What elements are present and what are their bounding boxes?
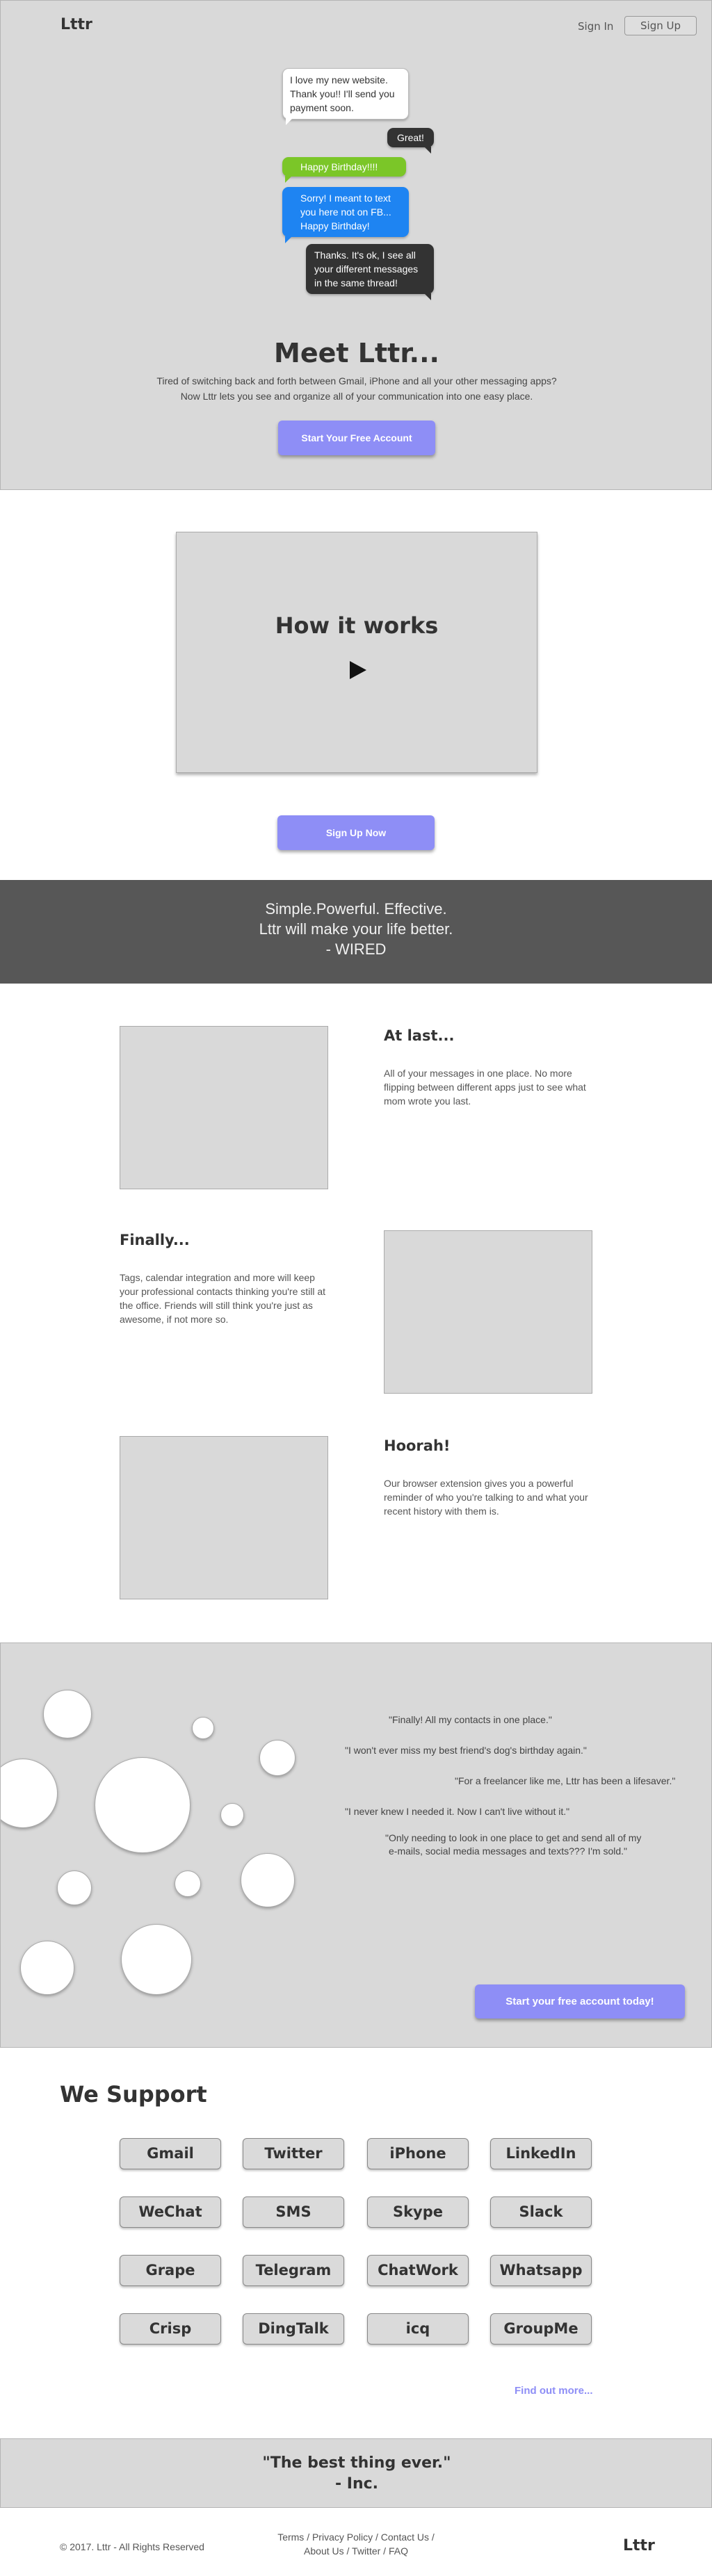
chat-bubble-incoming: I love my new website. Thank you!! I'll … xyxy=(282,68,409,125)
start-free-account-button[interactable]: Start Your Free Account xyxy=(278,421,435,455)
service-chip-chatwork[interactable]: ChatWork xyxy=(367,2255,469,2286)
footer-links-row[interactable]: Terms / Privacy Policy / Contact Us / xyxy=(264,2530,448,2544)
hero-subtitle-line: Now Lttr lets you see and organize all o… xyxy=(180,391,533,402)
avatar xyxy=(241,1853,295,1907)
avatar xyxy=(192,1717,214,1739)
feature-image xyxy=(384,1230,592,1394)
avatar xyxy=(43,1690,92,1738)
sign-up-now-button[interactable]: Sign Up Now xyxy=(277,815,435,850)
inc-quote-source: - Inc. xyxy=(334,2475,379,2493)
footer-logo[interactable]: Lttr xyxy=(623,2537,655,2554)
avatar xyxy=(57,1870,92,1905)
copyright: © 2017. Lttr - All Rights Reserved xyxy=(60,2541,204,2552)
service-chip-linkedin[interactable]: LinkedIn xyxy=(490,2138,592,2169)
video-player[interactable]: How it works xyxy=(176,532,537,773)
feature-title: Hoorah! xyxy=(384,1437,451,1454)
avatar xyxy=(121,1924,192,1995)
chat-bubble-outgoing: Thanks. It's ok, I see all your differen… xyxy=(306,244,434,300)
start-free-account-today-button[interactable]: Start your free account today! xyxy=(475,1984,685,2019)
service-chip-skype[interactable]: Skype xyxy=(367,2196,469,2228)
feature-text: Tags, calendar integration and more will… xyxy=(120,1272,326,1325)
feature-title: Finally... xyxy=(120,1232,190,1248)
service-chip-telegram[interactable]: Telegram xyxy=(243,2255,344,2286)
testimonial-quote: e-mails, social media messages and texts… xyxy=(389,1845,628,1857)
feature-image xyxy=(120,1026,328,1189)
press-quote-source: - WIRED xyxy=(325,940,387,958)
sign-up-button[interactable]: Sign Up xyxy=(624,16,697,35)
find-out-more-link[interactable]: Find out more... xyxy=(515,2385,593,2397)
testimonial-quote: "Only needing to look in one place to ge… xyxy=(385,1832,642,1843)
inc-quote-text: "The best thing ever." xyxy=(262,2454,451,2472)
sign-in-link[interactable]: Sign In xyxy=(578,20,613,33)
hero-section: Lttr Sign In Sign Up I love my new websi… xyxy=(0,0,712,490)
avatar xyxy=(20,1941,74,1995)
play-icon[interactable] xyxy=(350,661,366,679)
footer-links-row[interactable]: About Us / Twitter / FAQ xyxy=(264,2544,448,2558)
service-chip-whatsapp[interactable]: Whatsapp xyxy=(490,2255,592,2286)
press-quote-line: Simple.Powerful. Effective. xyxy=(265,900,447,918)
service-chip-crisp[interactable]: Crisp xyxy=(120,2313,221,2345)
chat-bubble-outgoing: Great! xyxy=(387,128,434,154)
chat-bubble-incoming: Happy Birthday!!!! xyxy=(282,157,406,183)
press-quote-section: Simple.Powerful. Effective. Lttr will ma… xyxy=(0,880,712,984)
logo[interactable]: Lttr xyxy=(60,16,92,33)
feature-image xyxy=(120,1436,328,1599)
hero-subtitle: Tired of switching back and forth betwee… xyxy=(1,373,712,404)
testimonials-section: "Finally! All my contacts in one place."… xyxy=(0,1642,712,2048)
feature-text: All of your messages in one place. No mo… xyxy=(384,1068,586,1107)
testimonial-quote: "I never knew I needed it. Now I can't l… xyxy=(345,1806,570,1817)
inc-quote-section: "The best thing ever." - Inc. xyxy=(0,2438,712,2508)
service-chip-grape[interactable]: Grape xyxy=(120,2255,221,2286)
hero-subtitle-line: Tired of switching back and forth betwee… xyxy=(156,375,557,386)
service-chip-slack[interactable]: Slack xyxy=(490,2196,592,2228)
avatar xyxy=(220,1803,244,1827)
feature-text: Our browser extension gives you a powerf… xyxy=(384,1478,588,1517)
testimonial-quote: "Finally! All my contacts in one place." xyxy=(389,1714,552,1725)
avatar xyxy=(1,1759,58,1828)
support-title: We Support xyxy=(60,2081,207,2108)
chat-bubble-incoming: Sorry! I meant to text you here not on F… xyxy=(282,187,409,243)
footer-links[interactable]: Terms / Privacy Policy / Contact Us / Ab… xyxy=(264,2530,448,2558)
press-quote-line: Lttr will make your life better. xyxy=(259,920,453,938)
page-title: Meet Lttr... xyxy=(274,338,439,368)
avatar xyxy=(259,1740,296,1776)
feature-title: At last... xyxy=(384,1027,455,1044)
service-chip-wechat[interactable]: WeChat xyxy=(120,2196,221,2228)
service-chip-gmail[interactable]: Gmail xyxy=(120,2138,221,2169)
service-chip-groupme[interactable]: GroupMe xyxy=(490,2313,592,2345)
service-chip-icq[interactable]: icq xyxy=(367,2313,469,2345)
service-chip-dingtalk[interactable]: DingTalk xyxy=(243,2313,344,2345)
video-title: How it works xyxy=(275,612,439,639)
service-chip-sms[interactable]: SMS xyxy=(243,2196,344,2228)
testimonial-quote: "I won't ever miss my best friend's dog'… xyxy=(345,1745,587,1756)
service-chip-twitter[interactable]: Twitter xyxy=(243,2138,344,2169)
service-chip-iphone[interactable]: iPhone xyxy=(367,2138,469,2169)
avatar xyxy=(175,1870,201,1897)
avatar xyxy=(95,1757,191,1853)
testimonial-quote: "For a freelancer like me, Lttr has been… xyxy=(455,1775,676,1786)
